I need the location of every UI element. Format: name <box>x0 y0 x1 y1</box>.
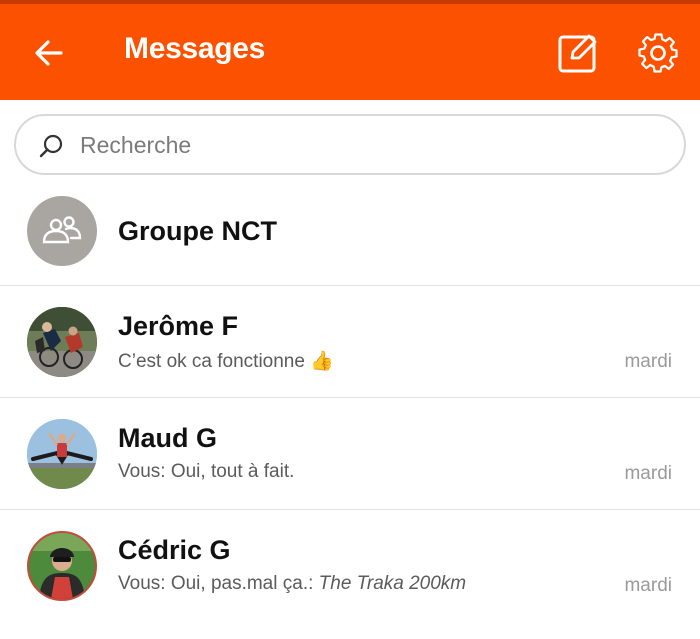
photo-cyclist-helmet <box>29 533 95 599</box>
search-bar[interactable] <box>14 114 686 175</box>
preview-text: Vous: Oui, pas.mal ça.: <box>118 573 319 594</box>
group-icon <box>42 216 82 244</box>
avatar <box>27 531 97 601</box>
conversation-name: Cédric G <box>118 535 231 565</box>
conversation-preview: Vous: Oui, pas.mal ça.: The Traka 200km <box>118 573 466 595</box>
conversation-name: Groupe NCT <box>118 216 277 246</box>
back-button[interactable] <box>30 34 68 72</box>
search-icon <box>39 134 63 158</box>
conversation-name: Maud G <box>118 423 217 453</box>
arrow-left-icon <box>35 40 63 66</box>
conversation-time: mardi <box>624 463 672 484</box>
avatar <box>27 307 97 377</box>
conversation-time: mardi <box>624 575 672 596</box>
settings-button[interactable] <box>636 31 680 75</box>
conversation-preview: C’est ok ca fonctionne 👍 <box>118 349 334 373</box>
search-input[interactable] <box>80 126 670 164</box>
compose-icon <box>558 34 597 73</box>
compose-button[interactable] <box>556 31 600 75</box>
conversation-row-maud-g[interactable]: Maud G Vous: Oui, tout à fait. mardi <box>0 398 700 510</box>
avatar <box>27 419 97 489</box>
page-title: Messages <box>124 32 266 65</box>
app-header: Messages <box>0 4 700 100</box>
photo-jump <box>27 419 97 489</box>
conversation-preview: Vous: Oui, tout à fait. <box>118 461 295 482</box>
avatar <box>27 196 97 266</box>
conversation-row-jerome-f[interactable]: Jerôme F C’est ok ca fonctionne 👍 mardi <box>0 286 700 398</box>
preview-text: C’est ok ca fonctionne <box>118 351 305 372</box>
conversation-time: mardi <box>624 351 672 372</box>
conversation-name: Jerôme F <box>118 311 239 341</box>
gear-icon <box>638 33 678 73</box>
conversation-row-groupe-nct[interactable]: Groupe NCT <box>0 182 700 286</box>
shared-activity-title: The Traka 200km <box>318 573 467 594</box>
photo-cyclists <box>27 307 97 377</box>
conversation-row-cedric-g[interactable]: Cédric G Vous: Oui, pas.mal ça.: The Tra… <box>0 510 700 622</box>
thumbs-up-emoji: 👍 <box>310 351 334 372</box>
